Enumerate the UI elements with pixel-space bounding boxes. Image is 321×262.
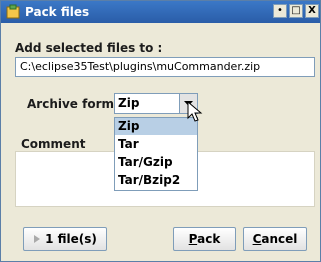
format-option-tar-bzip2[interactable]: Tar/Bzip2 [115,172,197,189]
window-title: Pack files [25,5,90,19]
maximize-button[interactable]: □ [289,4,303,18]
add-files-label: Add selected files to : [15,41,163,55]
cancel-label-rest: ancel [261,232,298,246]
format-option-zip[interactable]: Zip [115,118,197,135]
archive-format-dropdown-list: Zip Tar Tar/Gzip Tar/Bzip2 [114,117,198,191]
destination-path-field[interactable]: C:\eclipse35Test\plugins\muCommander.zip [15,57,315,77]
archive-format-selected: Zip [118,96,140,110]
pack-files-dialog: Pack files • □ X Add selected files to :… [0,0,321,262]
pin-button[interactable]: • [273,4,287,18]
title-bar: Pack files • □ X [1,1,320,23]
close-button[interactable]: X [305,4,319,18]
format-option-tar-gzip[interactable]: Tar/Gzip [115,154,197,171]
comment-label: Comment [21,137,86,151]
mouse-pointer-icon [187,101,203,122]
pack-files-icon [5,4,21,20]
files-count-label: 1 file(s) [45,232,97,246]
archive-format-label: Archive format [27,97,128,111]
pack-button[interactable]: Pack [173,227,236,251]
archive-format-combobox[interactable]: Zip [114,93,198,114]
format-option-tar[interactable]: Tar [115,136,197,153]
cancel-button[interactable]: Cancel [243,227,307,251]
pack-mnemonic: P [188,232,198,246]
pack-label-rest: ack [197,232,221,246]
files-toggle-button[interactable]: 1 file(s) [23,227,107,251]
triangle-right-icon [34,235,41,243]
